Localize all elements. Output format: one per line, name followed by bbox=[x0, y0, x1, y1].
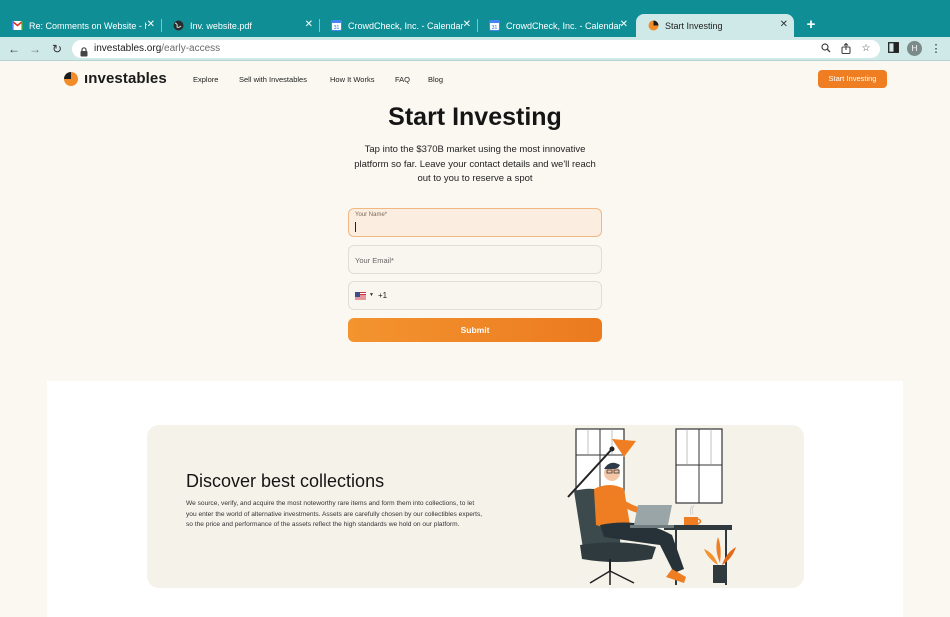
close-icon[interactable]: ✕ bbox=[147, 19, 155, 30]
nav-explore[interactable]: Explore bbox=[193, 75, 218, 84]
address-bar[interactable]: investables.org/early-access ☆ bbox=[72, 40, 880, 58]
submit-button[interactable]: Submit bbox=[348, 318, 602, 342]
email-field[interactable]: Your Email* bbox=[348, 245, 602, 274]
tab-title: Start Investing bbox=[665, 20, 723, 31]
browser-tab-strip: Re: Comments on Website - he ✕ Inv. webs… bbox=[0, 0, 950, 37]
collections-text: We source, verify, and acquire the most … bbox=[186, 500, 483, 528]
back-arrow-icon[interactable]: ← bbox=[6, 41, 22, 57]
close-icon[interactable]: ✕ bbox=[463, 19, 471, 30]
globe-icon bbox=[173, 20, 184, 31]
nav-how-it-works[interactable]: How It Works bbox=[330, 75, 374, 84]
window-right-icon bbox=[675, 428, 723, 504]
email-placeholder: Your Email* bbox=[355, 256, 394, 265]
more-menu-icon[interactable]: ⋮ bbox=[929, 42, 943, 56]
phone-country-code: +1 bbox=[378, 291, 388, 300]
url-path: /early-access bbox=[161, 43, 221, 54]
start-investing-button[interactable]: Start Investing bbox=[818, 70, 887, 88]
url-domain: investables.org bbox=[94, 43, 162, 54]
svg-text:31: 31 bbox=[334, 25, 340, 31]
logo-text: ınvestables bbox=[84, 70, 167, 87]
close-icon[interactable]: ✕ bbox=[620, 19, 628, 30]
side-panel-icon[interactable] bbox=[886, 42, 900, 56]
investables-icon bbox=[648, 20, 659, 31]
browser-toolbar: ← → ↻ investables.org/early-access ☆ H ⋮ bbox=[0, 37, 950, 61]
profile-avatar[interactable]: H bbox=[907, 41, 922, 56]
page-title: Start Investing bbox=[388, 103, 562, 131]
lock-icon bbox=[80, 44, 88, 57]
forward-arrow-icon[interactable]: → bbox=[27, 41, 43, 57]
investor-illustration bbox=[567, 428, 736, 585]
gmail-icon bbox=[12, 20, 23, 31]
close-icon[interactable]: ✕ bbox=[780, 19, 788, 30]
share-icon[interactable] bbox=[840, 42, 852, 55]
site-logo[interactable]: ınvestables bbox=[64, 70, 167, 87]
tab-pdf[interactable]: Inv. website.pdf ✕ bbox=[161, 14, 319, 37]
new-tab-button[interactable]: + bbox=[802, 15, 820, 35]
tab-gmail[interactable]: Re: Comments on Website - he ✕ bbox=[0, 14, 161, 37]
logo-mark-icon bbox=[64, 71, 78, 86]
tab-title: Inv. website.pdf bbox=[190, 20, 252, 31]
calendar-icon: 31 bbox=[331, 20, 342, 31]
close-icon[interactable]: ✕ bbox=[305, 19, 313, 30]
svg-text:31: 31 bbox=[492, 25, 498, 31]
calendar-icon: 31 bbox=[489, 20, 500, 31]
text-cursor bbox=[355, 222, 356, 232]
nav-faq[interactable]: FAQ bbox=[395, 75, 410, 84]
chevron-down-icon[interactable]: ▼ bbox=[369, 292, 374, 298]
name-field-label: Your Name* bbox=[355, 212, 388, 218]
nav-sell-with-investables[interactable]: Sell with Investables bbox=[239, 75, 307, 84]
phone-field[interactable]: ▼ +1 bbox=[348, 281, 602, 310]
bookmark-star-icon[interactable]: ☆ bbox=[860, 43, 872, 55]
tab-title: Re: Comments on Website - he bbox=[29, 20, 147, 31]
tab-title: CrowdCheck, Inc. - Calendar - bbox=[506, 20, 624, 31]
collections-title: Discover best collections bbox=[186, 471, 385, 491]
zoom-icon[interactable] bbox=[820, 43, 832, 55]
tab-title: CrowdCheck, Inc. - Calendar - bbox=[348, 20, 466, 31]
nav-blog[interactable]: Blog bbox=[428, 75, 443, 84]
reload-icon[interactable]: ↻ bbox=[49, 41, 65, 57]
url-text: investables.org/early-access bbox=[94, 43, 220, 54]
tab-calendar-2[interactable]: 31 CrowdCheck, Inc. - Calendar - ✕ bbox=[477, 14, 634, 37]
tab-start-investing[interactable]: Start Investing ✕ bbox=[636, 14, 794, 37]
plant-icon bbox=[704, 537, 736, 583]
tab-calendar-1[interactable]: 31 CrowdCheck, Inc. - Calendar - ✕ bbox=[319, 14, 477, 37]
us-flag-icon[interactable] bbox=[355, 292, 366, 300]
hero-subtitle: Tap into the $370B market using the most… bbox=[354, 144, 596, 184]
name-field[interactable]: Your Name* bbox=[348, 208, 602, 237]
